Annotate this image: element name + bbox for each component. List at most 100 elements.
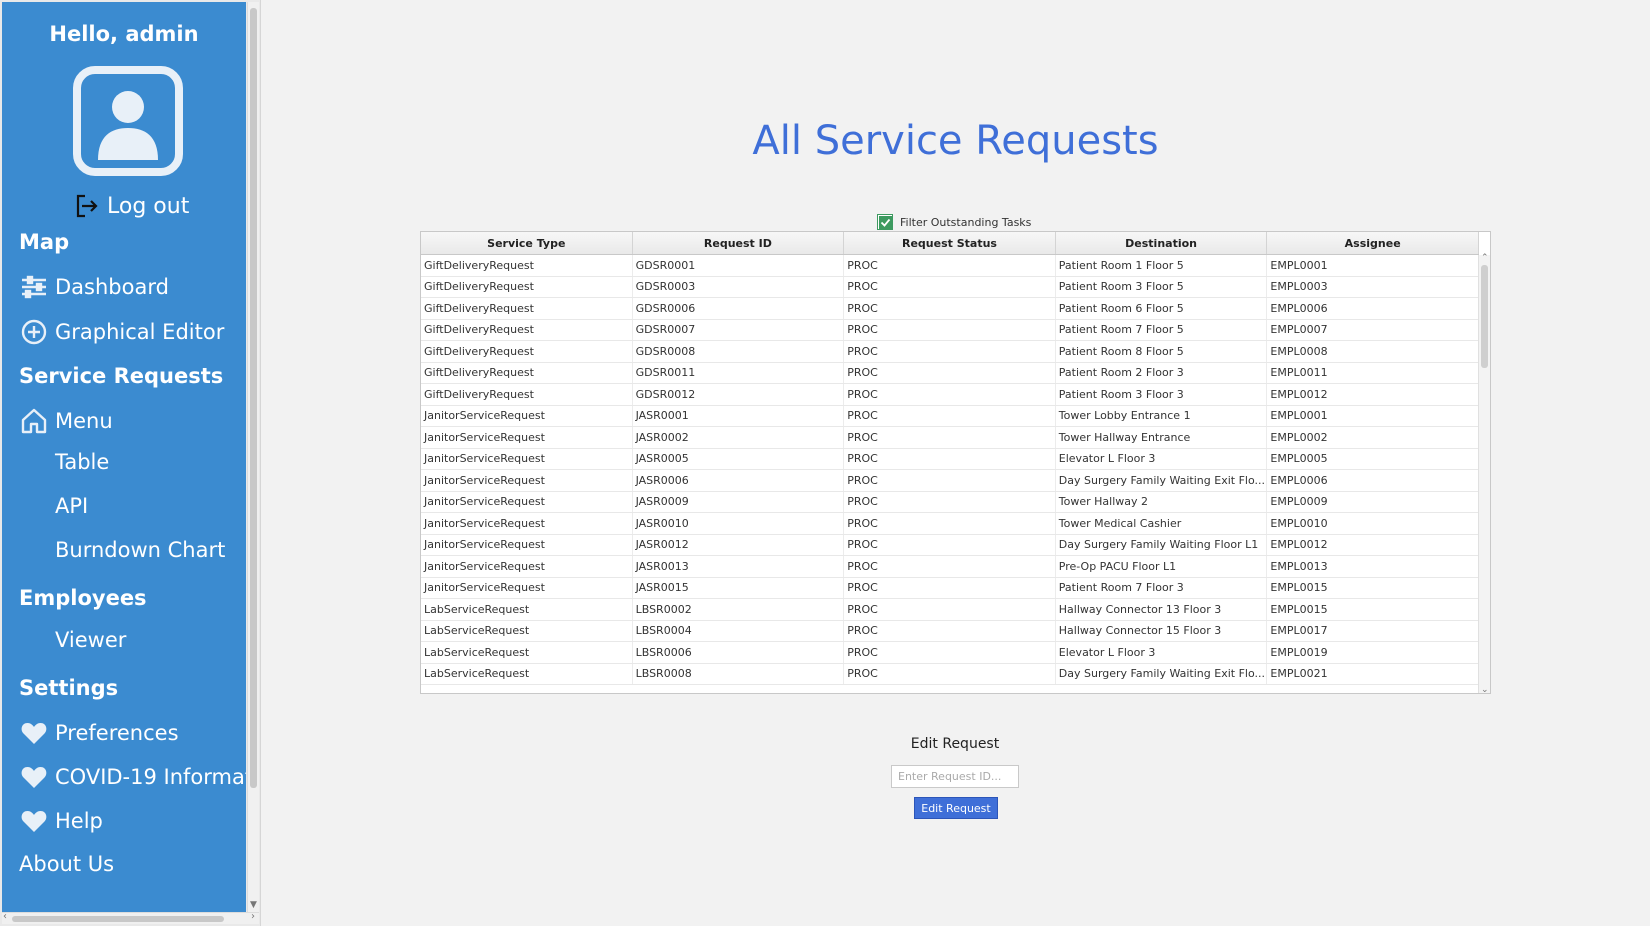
table-row[interactable]: GiftDeliveryRequest GDSR0001 PROC Patient R… (421, 255, 1479, 277)
table-row[interactable]: JanitorServiceRequest JASR0010 PROC Tower M… (421, 513, 1479, 535)
table-cell: GiftDeliveryRequest (421, 255, 633, 276)
table-cell: Day Surgery Family Waiting Exit Flo... (1056, 470, 1268, 491)
table-cell: EMPL0002 (1267, 427, 1479, 448)
table-cell: EMPL0005 (1267, 448, 1479, 469)
table-row[interactable]: LabServiceRequest LBSR0002 PROC Hallway Con… (421, 599, 1479, 621)
sidebar-item-covid[interactable]: COVID-19 Informati... (19, 762, 246, 792)
scroll-down-icon[interactable]: ▼ (250, 900, 257, 910)
sidebar-horizontal-scrollbar[interactable]: ‹ › (2, 911, 259, 924)
sidebar-item-viewer[interactable]: Viewer (55, 628, 126, 652)
column-header[interactable]: Service Type (421, 232, 633, 254)
table-cell: EMPL0007 (1267, 319, 1479, 340)
table-row[interactable]: GiftDeliveryRequest GDSR0011 PROC Patient R… (421, 362, 1479, 384)
table-cell: EMPL0013 (1267, 556, 1479, 577)
sidebar-item-label: Graphical Editor (55, 320, 225, 344)
table-vertical-scrollbar[interactable]: ⌃ ⌄ (1478, 253, 1490, 693)
table-row[interactable]: JanitorServiceRequest JASR0002 PROC Tower H… (421, 427, 1479, 449)
table-cell: Patient Room 7 Floor 3 (1056, 577, 1268, 598)
sidebar-panel: Hello, admin Log out Map Dashboard Graph… (2, 2, 246, 912)
table-cell: PROC (844, 405, 1056, 426)
section-service-requests: Service Requests (19, 364, 224, 388)
scrollbar-thumb[interactable] (1481, 265, 1488, 368)
table-row[interactable]: JanitorServiceRequest JASR0013 PROC Pre-Op … (421, 556, 1479, 578)
table-cell: EMPL0001 (1267, 255, 1479, 276)
check-icon (878, 215, 892, 229)
table-row[interactable]: JanitorServiceRequest JASR0012 PROC Day Sur… (421, 534, 1479, 556)
table-row[interactable]: LabServiceRequest LBSR0004 PROC Hallway Con… (421, 620, 1479, 642)
table-row[interactable]: GiftDeliveryRequest GDSR0008 PROC Patient R… (421, 341, 1479, 363)
table-cell: EMPL0019 (1267, 642, 1479, 663)
sidebar: Hello, admin Log out Map Dashboard Graph… (0, 0, 261, 926)
sidebar-item-about-us[interactable]: About Us (19, 852, 114, 876)
table-cell: Day Surgery Family Waiting Exit Flo... (1056, 663, 1268, 684)
sidebar-item-table[interactable]: Table (55, 450, 109, 474)
table-row[interactable]: LabServiceRequest LBSR0006 PROC Elevator L … (421, 642, 1479, 664)
logout-label: Log out (107, 193, 190, 219)
scrollbar-thumb[interactable] (250, 8, 257, 788)
sidebar-item-help[interactable]: Help (19, 806, 103, 836)
scroll-left-icon[interactable]: ‹ (3, 911, 7, 922)
column-header[interactable]: Request ID (633, 232, 845, 254)
table-cell: EMPL0006 (1267, 298, 1479, 319)
request-id-input[interactable] (891, 765, 1019, 788)
table-row[interactable]: JanitorServiceRequest JASR0015 PROC Patient… (421, 577, 1479, 599)
table-cell: Patient Room 3 Floor 5 (1056, 276, 1268, 297)
sidebar-vertical-scrollbar[interactable]: ▼ (247, 2, 259, 912)
section-settings: Settings (19, 676, 119, 700)
heart-icon (19, 718, 49, 748)
home-icon (19, 406, 49, 436)
logout-button[interactable]: Log out (73, 192, 189, 220)
table-cell: JASR0013 (633, 556, 845, 577)
table-cell: LabServiceRequest (421, 599, 633, 620)
sidebar-item-api[interactable]: API (55, 494, 88, 518)
table-cell: GDSR0003 (633, 276, 845, 297)
table-cell: JanitorServiceRequest (421, 427, 633, 448)
table-cell: EMPL0015 (1267, 599, 1479, 620)
column-header[interactable]: Destination (1056, 232, 1268, 254)
scroll-right-icon[interactable]: › (251, 911, 255, 922)
scroll-down-icon[interactable]: ⌄ (1481, 685, 1489, 693)
scroll-up-icon[interactable]: ⌃ (1481, 253, 1489, 263)
table-cell: LabServiceRequest (421, 620, 633, 641)
table-cell: LBSR0002 (633, 599, 845, 620)
table-cell: Patient Room 6 Floor 5 (1056, 298, 1268, 319)
table-cell: EMPL0006 (1267, 470, 1479, 491)
scrollbar-thumb[interactable] (12, 916, 224, 922)
table-body: GiftDeliveryRequest GDSR0001 PROC Patient R… (421, 255, 1479, 693)
table-row[interactable]: JanitorServiceRequest JASR0009 PROC Tower H… (421, 491, 1479, 513)
table-row[interactable]: JanitorServiceRequest JASR0006 PROC Day Sur… (421, 470, 1479, 492)
table-cell: Pre-Op PACU Floor L1 (1056, 556, 1268, 577)
table-cell: EMPL0015 (1267, 577, 1479, 598)
edit-request-button[interactable]: Edit Request (914, 797, 998, 819)
table-row[interactable]: GiftDeliveryRequest GDSR0007 PROC Patient R… (421, 319, 1479, 341)
table-cell: Patient Room 3 Floor 3 (1056, 384, 1268, 405)
table-cell: JASR0010 (633, 513, 845, 534)
sidebar-item-burndown-chart[interactable]: Burndown Chart (55, 538, 225, 562)
table-cell: GiftDeliveryRequest (421, 362, 633, 383)
filter-outstanding-toggle[interactable]: Filter Outstanding Tasks (877, 214, 1031, 230)
table-row[interactable]: GiftDeliveryRequest GDSR0003 PROC Patient R… (421, 276, 1479, 298)
table-row[interactable]: GiftDeliveryRequest GDSR0006 PROC Patient R… (421, 298, 1479, 320)
table-cell: Tower Lobby Entrance 1 (1056, 405, 1268, 426)
column-header[interactable]: Assignee (1267, 232, 1479, 254)
sidebar-item-menu[interactable]: Menu (19, 406, 113, 436)
table-cell: EMPL0012 (1267, 384, 1479, 405)
table-row[interactable]: JanitorServiceRequest JASR0001 PROC Tower L… (421, 405, 1479, 427)
column-header[interactable]: Request Status (844, 232, 1056, 254)
table-row[interactable]: GiftDeliveryRequest GDSR0012 PROC Patient R… (421, 384, 1479, 406)
sidebar-item-preferences[interactable]: Preferences (19, 718, 179, 748)
table-cell: PROC (844, 577, 1056, 598)
table-row[interactable]: LabServiceRequest LBSR0008 PROC Day Surgery… (421, 663, 1479, 685)
sidebar-item-label: Menu (55, 409, 113, 433)
table-row[interactable]: JanitorServiceRequest JASR0005 PROC Elevato… (421, 448, 1479, 470)
sidebar-item-label: Dashboard (55, 275, 169, 299)
sidebar-item-graphical-editor[interactable]: Graphical Editor (19, 317, 224, 347)
table-cell: JanitorServiceRequest (421, 470, 633, 491)
service-requests-table: Service Type Request ID Request Status Dest… (420, 231, 1491, 694)
table-cell: LBSR0004 (633, 620, 845, 641)
filter-checkbox[interactable] (877, 214, 893, 230)
table-cell: Tower Medical Cashier (1056, 513, 1268, 534)
table-cell: LabServiceRequest (421, 642, 633, 663)
table-cell: PROC (844, 255, 1056, 276)
sidebar-item-dashboard[interactable]: Dashboard (19, 272, 169, 302)
